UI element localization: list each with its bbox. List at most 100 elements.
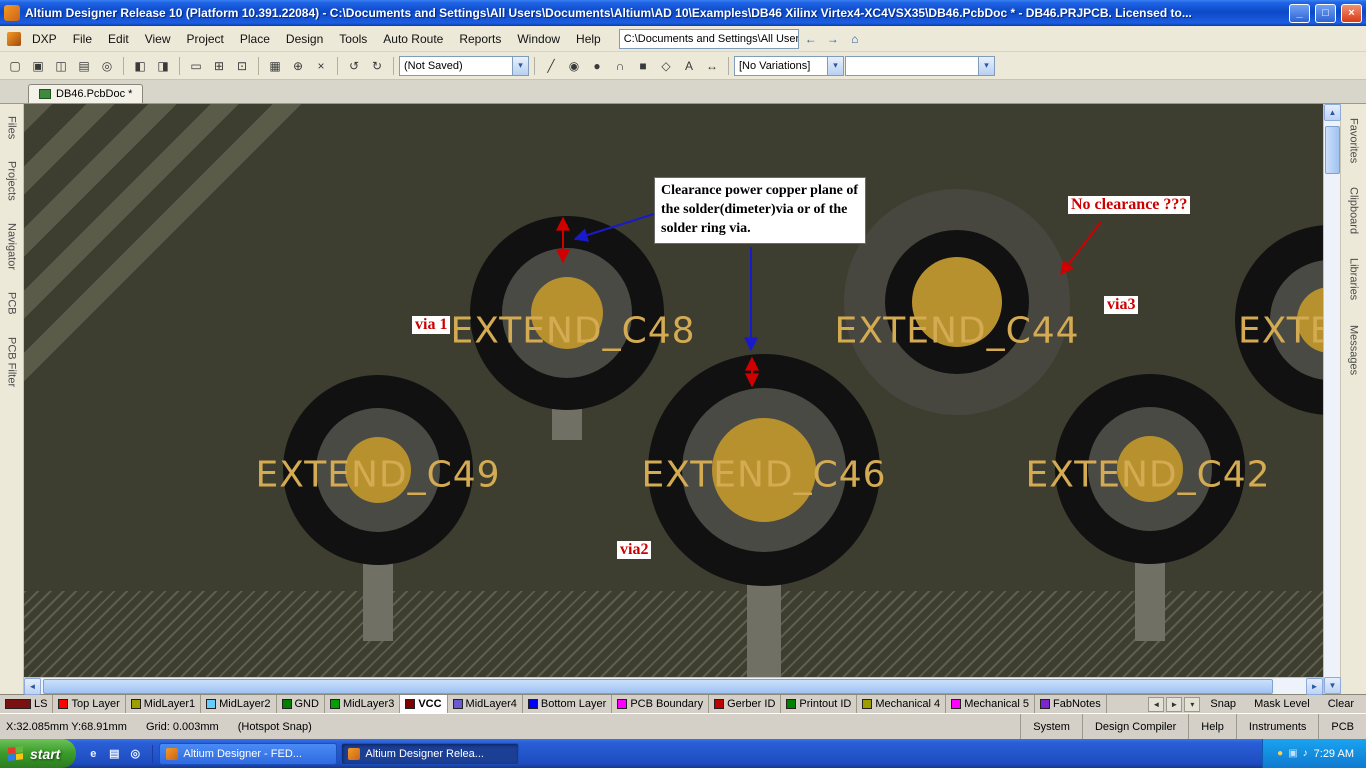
- layer-tab[interactable]: MidLayer2: [201, 695, 276, 713]
- status-panel-button[interactable]: Instruments: [1236, 714, 1318, 739]
- place-dimension-icon[interactable]: ↔: [701, 55, 723, 76]
- scroll-up-icon[interactable]: ▲: [1324, 104, 1341, 121]
- zoom-fit-icon[interactable]: ▭: [185, 55, 207, 76]
- nav-forward-icon[interactable]: →: [823, 29, 843, 49]
- layer-tab[interactable]: MidLayer3: [325, 695, 400, 713]
- panel-tab[interactable]: Libraries: [1346, 254, 1362, 304]
- menu-item[interactable]: Design: [278, 28, 331, 50]
- place-line-icon[interactable]: ╱: [540, 55, 562, 76]
- place-via-icon[interactable]: ●: [586, 55, 608, 76]
- place-pad-icon[interactable]: ◉: [563, 55, 585, 76]
- task-button[interactable]: Altium Designer - FED...: [159, 743, 337, 765]
- layer-tab[interactable]: FabNotes: [1035, 695, 1107, 713]
- layer-tab[interactable]: PCB Boundary: [612, 695, 709, 713]
- panel-tab[interactable]: Messages: [1346, 321, 1362, 379]
- track-stub[interactable]: [747, 579, 781, 677]
- menu-item[interactable]: DXP: [24, 28, 65, 50]
- quick-launch-icon[interactable]: e: [84, 745, 102, 763]
- chevron-down-icon[interactable]: ▾: [512, 57, 528, 75]
- saved-state-combo[interactable]: (Not Saved) ▾: [399, 56, 529, 76]
- quick-launch-icon[interactable]: ▤: [105, 745, 123, 763]
- tray-icon[interactable]: ●: [1277, 748, 1283, 759]
- horizontal-scrollbar[interactable]: ◄ ►: [24, 677, 1323, 694]
- layer-tab[interactable]: Bottom Layer: [523, 695, 612, 713]
- place-fill-icon[interactable]: ■: [632, 55, 654, 76]
- panel-tab[interactable]: PCB: [4, 288, 20, 319]
- place-arc-icon[interactable]: ∩: [609, 55, 631, 76]
- pcb-canvas[interactable]: EXTEND_C48 EXTEND_C44 EXTEND_C49 EXTEND_…: [24, 104, 1323, 677]
- menu-item[interactable]: Place: [232, 28, 278, 50]
- layer-scroll-right-icon[interactable]: ►: [1166, 697, 1182, 712]
- tray-icon[interactable]: ♪: [1303, 748, 1308, 759]
- scroll-left-icon[interactable]: ◄: [24, 678, 41, 695]
- redo-icon[interactable]: ↻: [366, 55, 388, 76]
- pcb-designator[interactable]: EXTEND_C44: [834, 311, 1079, 352]
- chevron-down-icon[interactable]: ▾: [827, 57, 843, 75]
- undo-icon[interactable]: ↺: [343, 55, 365, 76]
- place-polygon-icon[interactable]: ◇: [655, 55, 677, 76]
- layer-tab[interactable]: Mechanical 5: [946, 695, 1035, 713]
- print-icon[interactable]: ▤: [73, 55, 95, 76]
- menu-item[interactable]: Reports: [451, 28, 509, 50]
- clear-button[interactable]: Clear: [1320, 697, 1362, 711]
- document-tab[interactable]: DB46.PcbDoc *: [28, 84, 143, 103]
- quick-launch-icon[interactable]: ◎: [126, 745, 144, 763]
- track-stub[interactable]: [363, 559, 393, 641]
- scroll-down-icon[interactable]: ▼: [1324, 677, 1341, 694]
- close-button[interactable]: ×: [1341, 4, 1362, 23]
- secondary-combo[interactable]: ▾: [845, 56, 995, 76]
- panel-tab[interactable]: Files: [4, 112, 20, 143]
- menu-item[interactable]: Edit: [100, 28, 137, 50]
- menu-item[interactable]: Project: [179, 28, 232, 50]
- mask-level-button[interactable]: Mask Level: [1246, 697, 1318, 711]
- layer-menu-icon[interactable]: ▾: [1184, 697, 1200, 712]
- status-panel-button[interactable]: Design Compiler: [1082, 714, 1188, 739]
- menu-item[interactable]: Window: [509, 28, 568, 50]
- tray-icon[interactable]: ▣: [1288, 748, 1297, 759]
- path-combo[interactable]: C:\Documents and Settings\All Users\D ▾: [619, 29, 799, 49]
- minimize-button[interactable]: _: [1289, 4, 1310, 23]
- menu-item[interactable]: View: [137, 28, 179, 50]
- layer-tab[interactable]: MidLayer4: [448, 695, 523, 713]
- panel-tab[interactable]: Projects: [4, 157, 20, 205]
- panel-tab[interactable]: Favorites: [1346, 114, 1362, 167]
- menu-item[interactable]: File: [65, 28, 100, 50]
- menu-item[interactable]: Tools: [331, 28, 375, 50]
- layer-tab[interactable]: Mechanical 4: [857, 695, 946, 713]
- layer-tab[interactable]: MidLayer1: [126, 695, 201, 713]
- clear-filter-icon[interactable]: ×: [310, 55, 332, 76]
- status-panel-button[interactable]: PCB: [1318, 714, 1366, 739]
- layer-tab[interactable]: VCC: [400, 695, 447, 713]
- open-icon[interactable]: ▣: [27, 55, 49, 76]
- pcb-designator[interactable]: EXTEND_C49: [255, 455, 500, 496]
- pcb-designator[interactable]: EXTEND_C42: [1025, 455, 1270, 496]
- via-pad-extend-c44[interactable]: [844, 189, 1070, 415]
- panel-tab[interactable]: PCB Filter: [4, 333, 20, 391]
- layer-scroll-left-icon[interactable]: ◄: [1148, 697, 1164, 712]
- board-3d-icon[interactable]: ◨: [152, 55, 174, 76]
- new-document-icon[interactable]: ▢: [4, 55, 26, 76]
- status-panel-button[interactable]: System: [1020, 714, 1082, 739]
- pcb-designator[interactable]: EXTE: [1238, 311, 1323, 352]
- layer-tab[interactable]: Top Layer: [53, 695, 125, 713]
- maximize-button[interactable]: □: [1315, 4, 1336, 23]
- cross-probe-icon[interactable]: ⊕: [287, 55, 309, 76]
- horizontal-scroll-thumb[interactable]: [43, 679, 1273, 694]
- panel-tab[interactable]: Navigator: [4, 219, 20, 274]
- track-stub[interactable]: [1135, 559, 1165, 641]
- home-icon[interactable]: ⌂: [845, 29, 865, 49]
- layer-tab[interactable]: LS: [0, 695, 53, 713]
- grid-icon[interactable]: ▦: [264, 55, 286, 76]
- print-preview-icon[interactable]: ◎: [96, 55, 118, 76]
- vertical-scrollbar[interactable]: ▲ ▼: [1323, 104, 1340, 694]
- layer-tab[interactable]: GND: [277, 695, 325, 713]
- snap-button[interactable]: Snap: [1202, 697, 1244, 711]
- place-string-icon[interactable]: A: [678, 55, 700, 76]
- board-view-icon[interactable]: ◧: [129, 55, 151, 76]
- layer-tab[interactable]: Gerber ID: [709, 695, 781, 713]
- start-button[interactable]: start: [0, 739, 76, 768]
- status-panel-button[interactable]: Help: [1188, 714, 1236, 739]
- menu-item[interactable]: Auto Route: [375, 28, 451, 50]
- panel-tab[interactable]: Clipboard: [1346, 183, 1362, 238]
- pcb-designator[interactable]: EXTEND_C48: [450, 311, 695, 352]
